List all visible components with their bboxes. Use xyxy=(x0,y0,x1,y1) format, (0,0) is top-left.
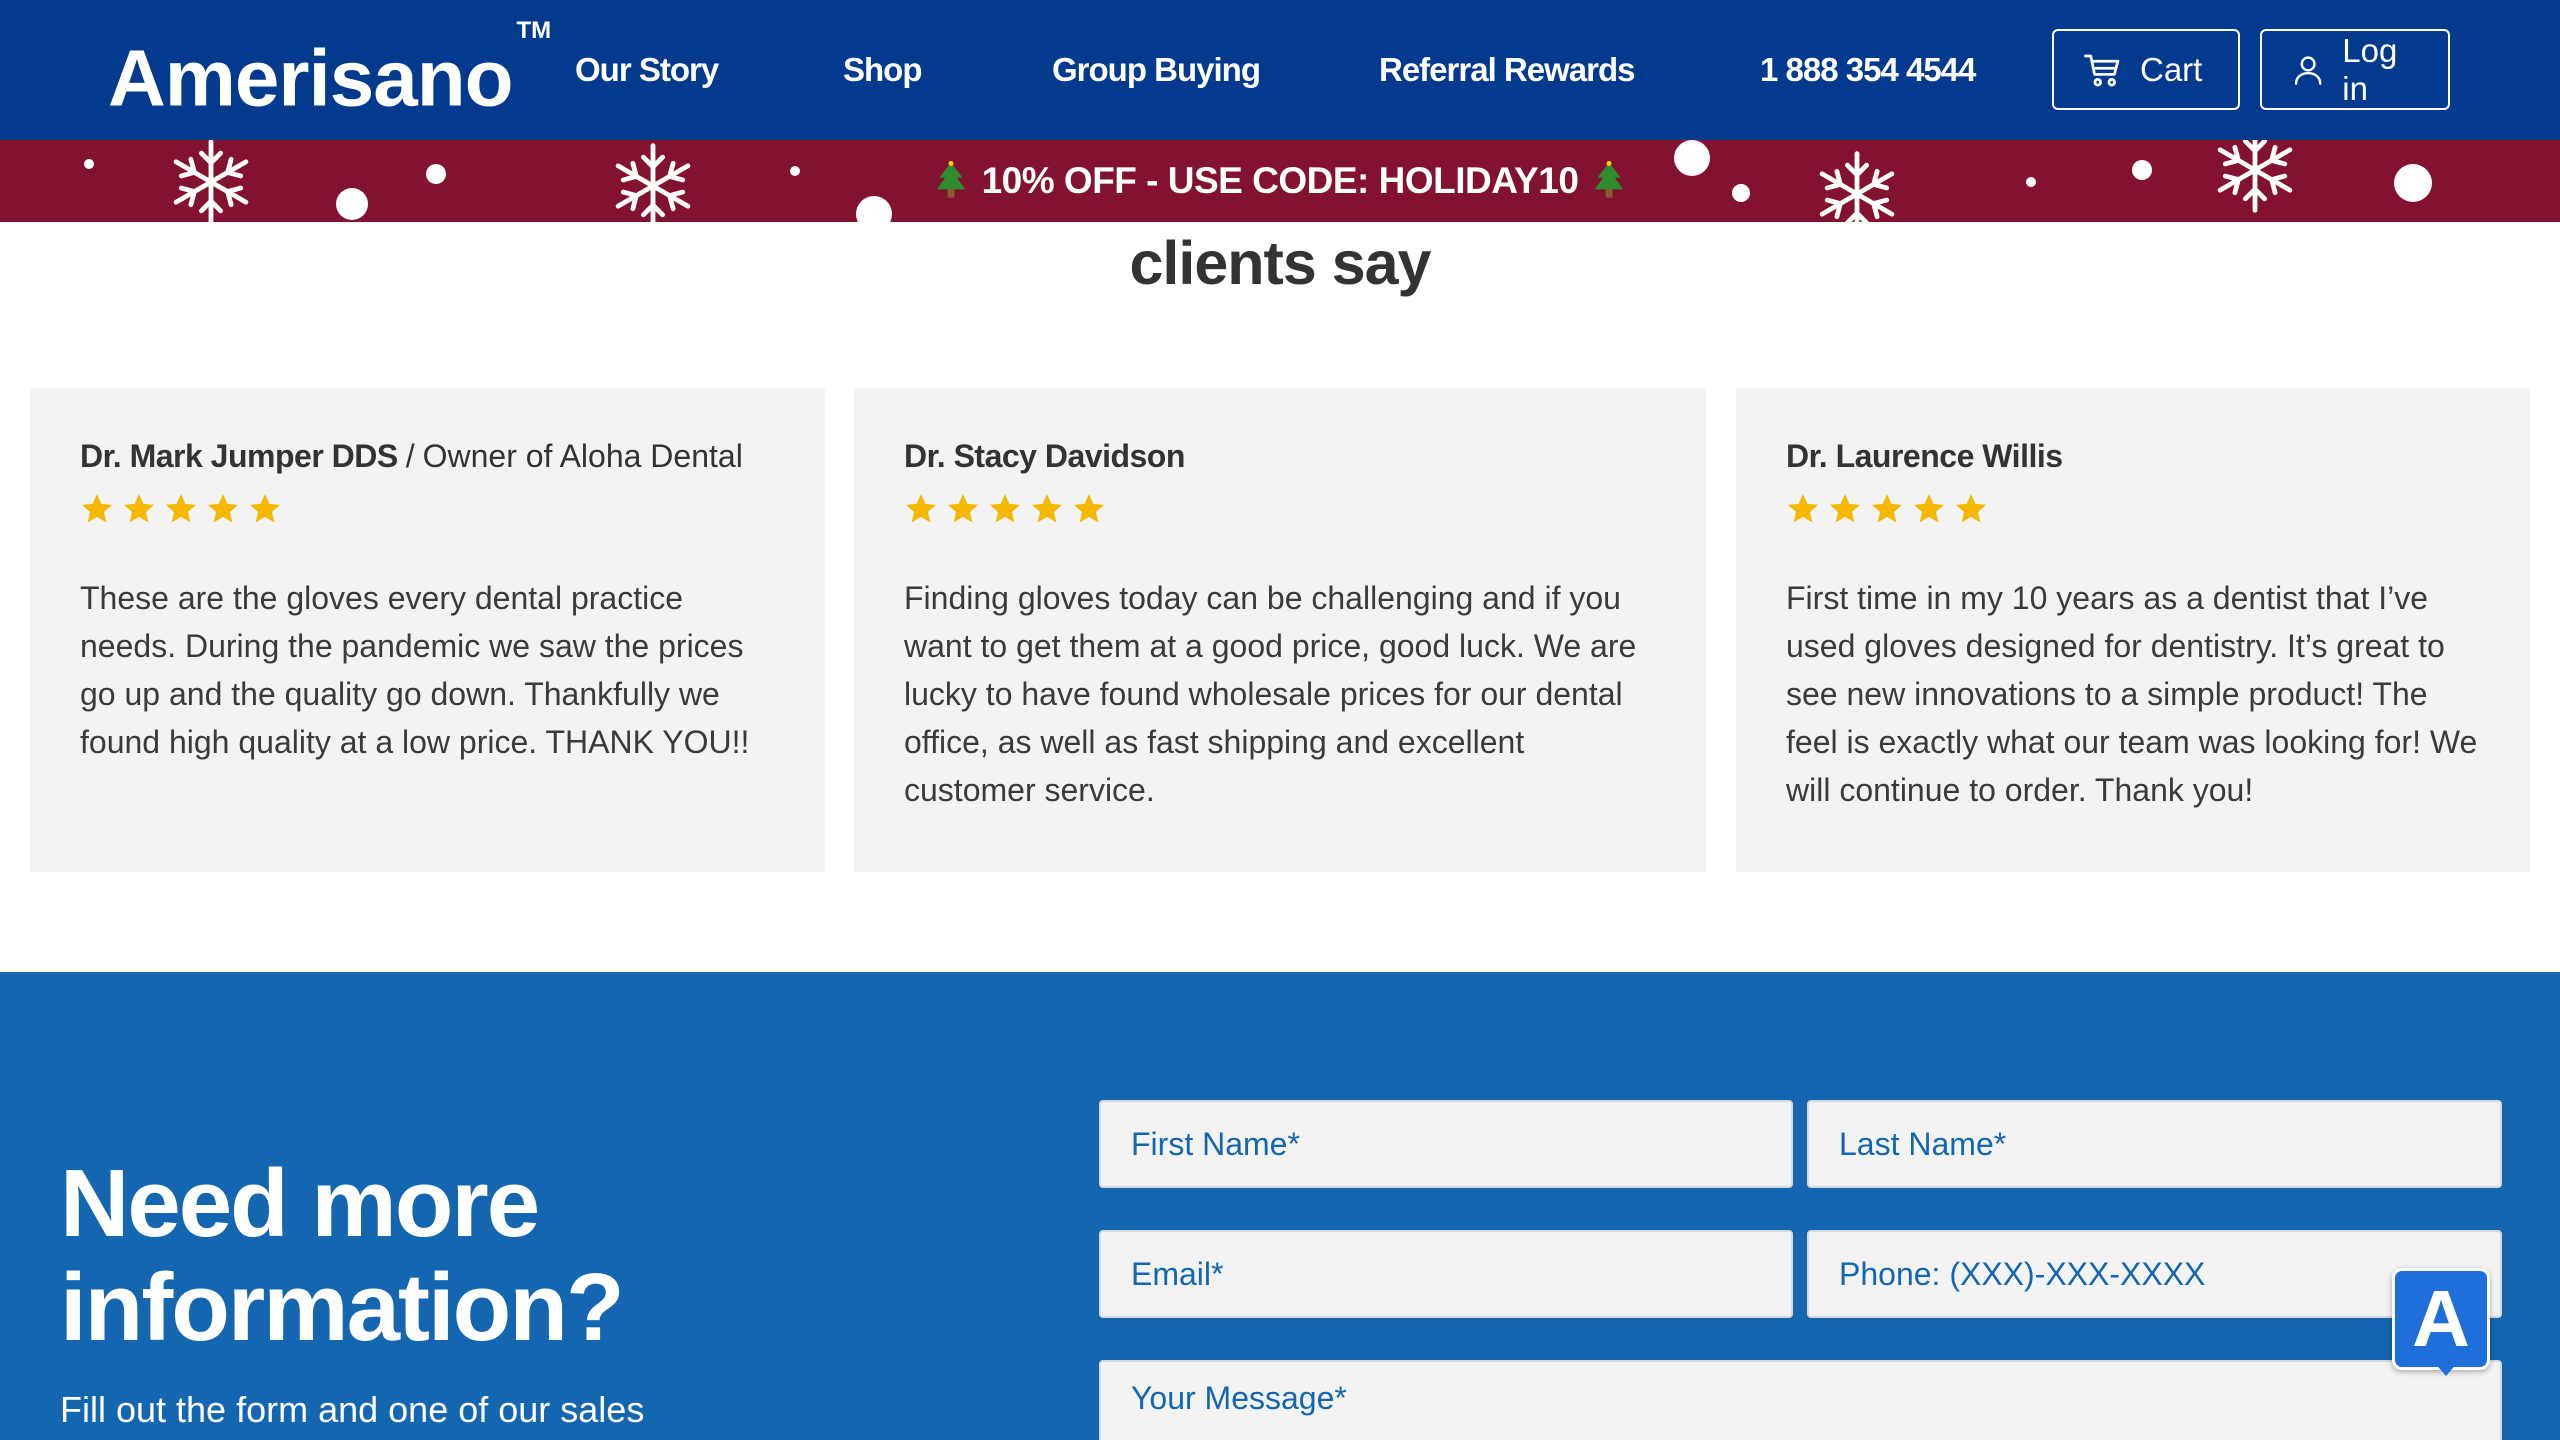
star-icon xyxy=(1955,494,1987,523)
reviewer-separator: / xyxy=(405,438,415,474)
cart-label: Cart xyxy=(2140,50,2203,88)
testimonial-text: Finding gloves today can be challenging … xyxy=(904,580,1637,808)
star-icon xyxy=(249,494,281,523)
star-icon xyxy=(1829,494,1861,523)
first-name-placeholder: First Name* xyxy=(1131,1125,1300,1162)
star-icon xyxy=(123,494,155,523)
star-icon xyxy=(905,494,937,523)
star-icon xyxy=(81,494,113,523)
star-icon xyxy=(947,494,979,523)
contact-title: Need more information? xyxy=(60,1150,625,1361)
message-placeholder: Your Message* xyxy=(1131,1380,1347,1416)
star-icon xyxy=(207,494,239,523)
message-field[interactable]: Your Message* xyxy=(1099,1360,2502,1440)
promo-banner: 10% OFF - USE CODE: HOLIDAY10 xyxy=(0,140,2560,222)
accessibility-icon: A xyxy=(2412,1274,2470,1363)
reviewer-header: Dr. Laurence Willis xyxy=(1786,436,2480,476)
testimonials-title: clients say xyxy=(1129,229,1432,297)
contact-subtitle: Fill out the form and one of our sales xyxy=(60,1389,645,1430)
star-rating xyxy=(1786,492,2480,532)
phone-placeholder: Phone: (XXX)-XXX-XXXX xyxy=(1839,1255,2206,1292)
testimonial-card: Dr. Stacy Davidson Finding gloves today … xyxy=(854,388,1706,872)
christmas-tree-icon xyxy=(1595,161,1624,198)
christmas-tree-icon xyxy=(936,161,965,198)
nav-group-buying[interactable]: Group Buying xyxy=(1052,48,1261,92)
testimonial-card: Dr. Laurence Willis First time in my 10 … xyxy=(1736,388,2530,872)
star-icon xyxy=(989,494,1021,523)
trademark-mark: TM xyxy=(516,17,552,44)
cart-icon xyxy=(2084,54,2120,86)
reviewer-header: Dr. Mark Jumper DDS / Owner of Aloha Denta… xyxy=(80,436,775,476)
last-name-placeholder: Last Name* xyxy=(1839,1125,2007,1162)
last-name-field[interactable]: Last Name* xyxy=(1807,1100,2502,1188)
reviewer-role: Owner of Aloha Dental xyxy=(422,438,743,474)
promo-text: 10% OFF - USE CODE: HOLIDAY10 xyxy=(981,160,1579,201)
testimonial-text: First time in my 10 years as a dentist t… xyxy=(1786,580,2478,808)
contact-section: Need more information? Fill out the form… xyxy=(0,972,2560,1440)
star-icon xyxy=(1871,494,1903,523)
nav-our-story[interactable]: Our Story xyxy=(575,48,719,92)
logo[interactable]: AmerisanoTM xyxy=(108,17,551,124)
email-field[interactable]: Email* xyxy=(1099,1230,1793,1318)
reviewer-name: Dr. Stacy Davidson xyxy=(904,438,1185,474)
star-icon xyxy=(1913,494,1945,523)
logo-text: Amerisano xyxy=(108,33,513,123)
testimonial-text: These are the gloves every dental practi… xyxy=(80,580,750,760)
first-name-field[interactable]: First Name* xyxy=(1099,1100,1793,1188)
email-placeholder: Email* xyxy=(1131,1255,1224,1292)
user-icon xyxy=(2294,55,2322,85)
testimonial-card: Dr. Mark Jumper DDS / Owner of Aloha Denta… xyxy=(30,388,825,872)
star-icon xyxy=(1073,494,1105,523)
accessibility-button-tail xyxy=(2434,1362,2458,1376)
reviewer-name: Dr. Mark Jumper DDS xyxy=(80,438,398,474)
accessibility-button[interactable]: A xyxy=(2392,1268,2490,1370)
reviewer-name: Dr. Laurence Willis xyxy=(1786,438,2063,474)
nav-shop[interactable]: Shop xyxy=(843,48,922,92)
star-icon xyxy=(1031,494,1063,523)
login-button[interactable]: Log in xyxy=(2260,29,2450,110)
login-label: Log in xyxy=(2342,31,2398,107)
nav-referral-rewards[interactable]: Referral Rewards xyxy=(1379,48,1635,92)
star-rating xyxy=(80,492,775,532)
star-icon xyxy=(1787,494,1819,523)
site-header: AmerisanoTM Our Story Shop Group Buying … xyxy=(0,0,2560,140)
phone-link[interactable]: 1 888 354 4544 xyxy=(1760,48,1976,92)
star-icon xyxy=(165,494,197,523)
promo-code[interactable]: 10% OFF - USE CODE: HOLIDAY10 xyxy=(0,140,2560,222)
cart-button[interactable]: Cart xyxy=(2052,29,2240,110)
star-rating xyxy=(904,492,1656,532)
reviewer-header: Dr. Stacy Davidson xyxy=(904,436,1656,476)
